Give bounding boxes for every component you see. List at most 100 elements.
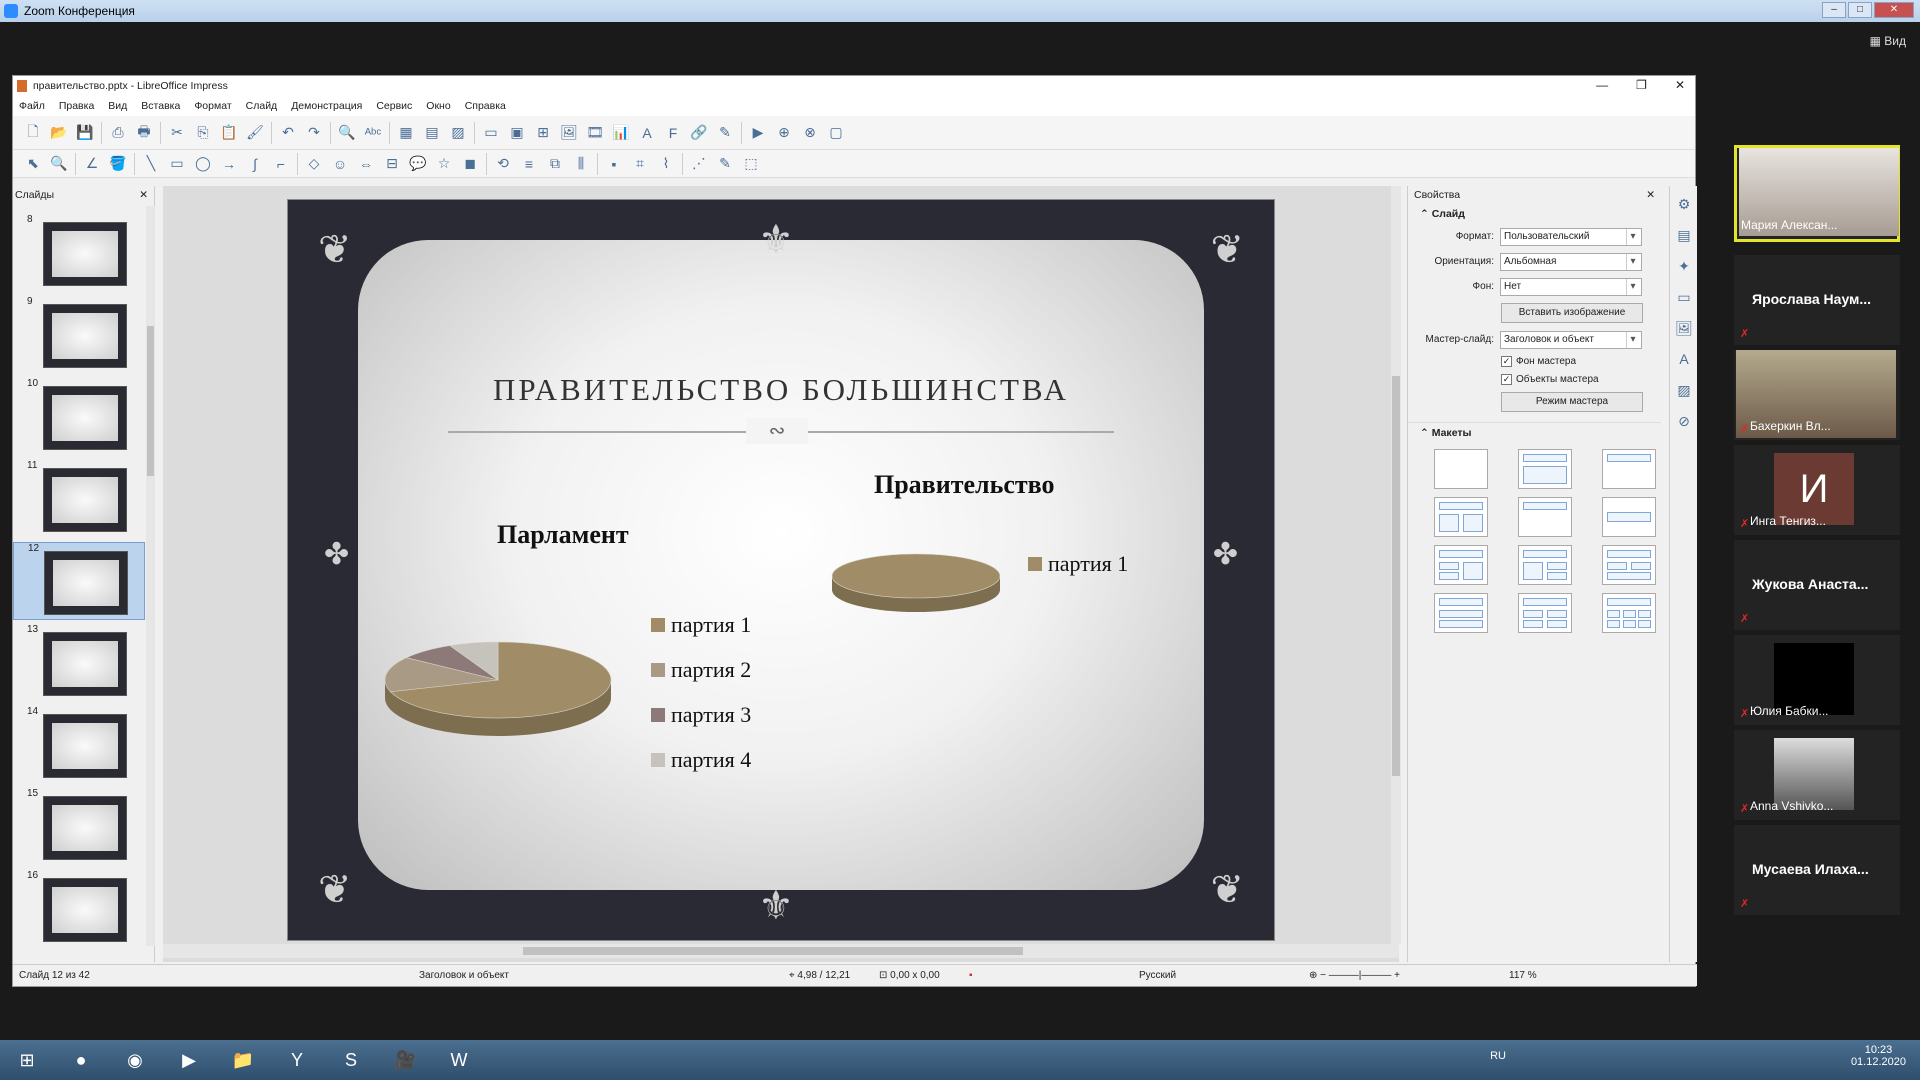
editor-vertical-scrollbar[interactable] xyxy=(1391,186,1401,944)
menu-edit[interactable]: Правка xyxy=(59,100,94,112)
find-icon[interactable]: 🔍 xyxy=(337,123,357,143)
scrollbar-thumb[interactable] xyxy=(1392,376,1400,776)
skype-icon[interactable]: S xyxy=(328,1042,374,1078)
lo-close-button[interactable]: ✕ xyxy=(1675,78,1685,92)
stars-icon[interactable]: ☆ xyxy=(434,154,454,174)
scrollbar-thumb[interactable] xyxy=(147,326,154,476)
zoom-slider[interactable]: ⊕ − ———|——— + xyxy=(1309,970,1509,981)
filter-icon[interactable]: ⌇ xyxy=(656,154,676,174)
app-launcher-icon[interactable]: ● xyxy=(58,1042,104,1078)
yandex-icon[interactable]: Y xyxy=(274,1042,320,1078)
layout-title-content-over-content[interactable] xyxy=(1434,593,1488,633)
menu-insert[interactable]: Вставка xyxy=(141,100,180,112)
zoom-view-button[interactable]: ▦ Вид xyxy=(1870,34,1906,48)
slide-thumbnail[interactable]: 11 xyxy=(13,460,145,538)
line-icon[interactable]: ╲ xyxy=(141,154,161,174)
redo-icon[interactable]: ↷ xyxy=(304,123,324,143)
fill-color-icon[interactable]: 🪣 xyxy=(108,154,128,174)
master-background-checkbox[interactable]: ✓ Фон мастера xyxy=(1501,352,1661,370)
display-mode-icon[interactable]: ▢ xyxy=(826,123,846,143)
master-mode-button[interactable]: Режим мастера xyxy=(1501,392,1643,412)
participant-tile[interactable]: ✗ Бахеркин Вл... xyxy=(1734,350,1900,440)
fontwork-icon[interactable]: F xyxy=(663,123,683,143)
menu-window[interactable]: Окно xyxy=(426,100,450,112)
close-panel-icon[interactable]: ✕ xyxy=(1646,189,1655,201)
participant-tile[interactable]: И ✗ Инга Тенгиз... xyxy=(1734,445,1900,535)
line-color-icon[interactable]: ∠ xyxy=(82,154,102,174)
menu-format[interactable]: Формат xyxy=(194,100,231,112)
slide-thumbnail[interactable]: 10 xyxy=(13,378,145,456)
sidebar-settings-icon[interactable]: ⚙ xyxy=(1674,194,1694,214)
participant-tile[interactable]: ✗ Юлия Бабки... xyxy=(1734,635,1900,725)
background-select[interactable]: Нет xyxy=(1500,277,1642,296)
scrollbar-thumb[interactable] xyxy=(523,947,1023,955)
slide-thumbnail[interactable]: 12 xyxy=(13,542,145,620)
participant-tile[interactable]: Мусаева Илаха... ✗ xyxy=(1734,825,1900,915)
layout-blank[interactable] xyxy=(1434,449,1488,489)
symbol-shapes-icon[interactable]: ☺ xyxy=(330,154,350,174)
insert-chart-icon[interactable]: 📊 xyxy=(611,123,631,143)
participant-tile[interactable]: ✗ Anna Vshivko... xyxy=(1734,730,1900,820)
spelling-icon[interactable]: ᴬᵇᶜ xyxy=(363,123,383,143)
shadow-icon[interactable]: ▪ xyxy=(604,154,624,174)
select-icon[interactable]: ⬉ xyxy=(23,154,43,174)
lo-restore-button[interactable]: ❐ xyxy=(1636,78,1647,92)
toggle-extrusion-icon[interactable]: ⬚ xyxy=(741,154,761,174)
glue-points-icon[interactable]: ✎ xyxy=(715,154,735,174)
arrange-icon[interactable]: ⧉ xyxy=(545,154,565,174)
clock-time[interactable]: 10:23 xyxy=(1851,1044,1906,1056)
orientation-select[interactable]: Альбомная xyxy=(1500,252,1642,271)
close-pane-icon[interactable]: ✕ xyxy=(139,189,148,201)
slide-section-header[interactable]: ⌃ Слайд xyxy=(1408,204,1661,224)
block-arrows-icon[interactable]: ⇔ xyxy=(356,154,376,174)
slide-layout-icon[interactable]: ▣ xyxy=(507,123,527,143)
menu-slideshow[interactable]: Демонстрация xyxy=(291,100,362,112)
slide-thumbnail[interactable]: 16 xyxy=(13,870,145,946)
insert-image-icon[interactable]: 🖼 xyxy=(559,123,579,143)
slide-thumbnail[interactable]: 15 xyxy=(13,788,145,866)
clock-date[interactable]: 01.12.2020 xyxy=(1851,1056,1906,1068)
slides-scrollbar[interactable] xyxy=(146,206,155,946)
master-objects-checkbox[interactable]: ✓ Объекты мастера xyxy=(1501,370,1661,388)
basic-shapes-icon[interactable]: ◇ xyxy=(304,154,324,174)
align-icon[interactable]: ≡ xyxy=(519,154,539,174)
new-icon[interactable]: 🗋 xyxy=(23,123,43,143)
undo-icon[interactable]: ↶ xyxy=(278,123,298,143)
parliament-chart-title[interactable]: Парламент xyxy=(497,520,629,550)
close-button[interactable]: ✕ xyxy=(1874,2,1914,18)
copy-icon[interactable]: ⎘ xyxy=(193,123,213,143)
slide-title[interactable]: ПРАВИТЕЛЬСТВО БОЛЬШИНСТВА xyxy=(288,372,1274,408)
slide-canvas[interactable]: ❦ ❦ ❦ ❦ ⚜ ⚜ ✤ ✤ ПРАВИТЕЛЬСТВО БОЛЬШИНСТВ… xyxy=(288,200,1274,940)
file-explorer-icon[interactable]: 📁 xyxy=(220,1042,266,1078)
layout-title-content-2content[interactable] xyxy=(1518,545,1572,585)
participant-tile[interactable]: Ярослава Наум... ✗ xyxy=(1734,255,1900,345)
layout-title-only[interactable] xyxy=(1602,449,1656,489)
3d-objects-icon[interactable]: ◼ xyxy=(460,154,480,174)
crop-icon[interactable]: ⌗ xyxy=(630,154,650,174)
clone-format-icon[interactable]: 🖌 xyxy=(245,123,265,143)
format-select[interactable]: Пользовательский xyxy=(1500,227,1642,246)
flowchart-icon[interactable]: ⊟ xyxy=(382,154,402,174)
menu-help[interactable]: Справка xyxy=(465,100,506,112)
paste-icon[interactable]: 📋 xyxy=(219,123,239,143)
participant-tile[interactable]: Жукова Анаста... ✗ xyxy=(1734,540,1900,630)
insert-media-icon[interactable]: 🎞 xyxy=(585,123,605,143)
curve-icon[interactable]: ∫ xyxy=(245,154,265,174)
pie-slice[interactable] xyxy=(831,553,1001,599)
rotate-icon[interactable]: ⟲ xyxy=(493,154,513,174)
editor-horizontal-scrollbar[interactable] xyxy=(163,944,1399,958)
insert-image-button[interactable]: Вставить изображение xyxy=(1501,303,1643,323)
print-icon[interactable]: 🖶 xyxy=(134,123,154,143)
master-slide-select[interactable]: Заголовок и объект xyxy=(1500,330,1642,349)
callouts-icon[interactable]: 💬 xyxy=(408,154,428,174)
gallery-icon[interactable]: ▨ xyxy=(1674,380,1694,400)
input-language[interactable]: RU xyxy=(1490,1050,1506,1062)
language-indicator[interactable]: Русский xyxy=(1139,970,1309,981)
word-icon[interactable]: W xyxy=(436,1042,482,1078)
chrome-icon[interactable]: ◉ xyxy=(112,1042,158,1078)
menu-file[interactable]: Файл xyxy=(19,100,45,112)
master-slide-icon[interactable]: ▭ xyxy=(481,123,501,143)
government-pie-chart[interactable] xyxy=(826,550,1006,620)
rectangle-icon[interactable]: ▭ xyxy=(167,154,187,174)
master-slides-icon[interactable]: 🖼 xyxy=(1674,318,1694,338)
